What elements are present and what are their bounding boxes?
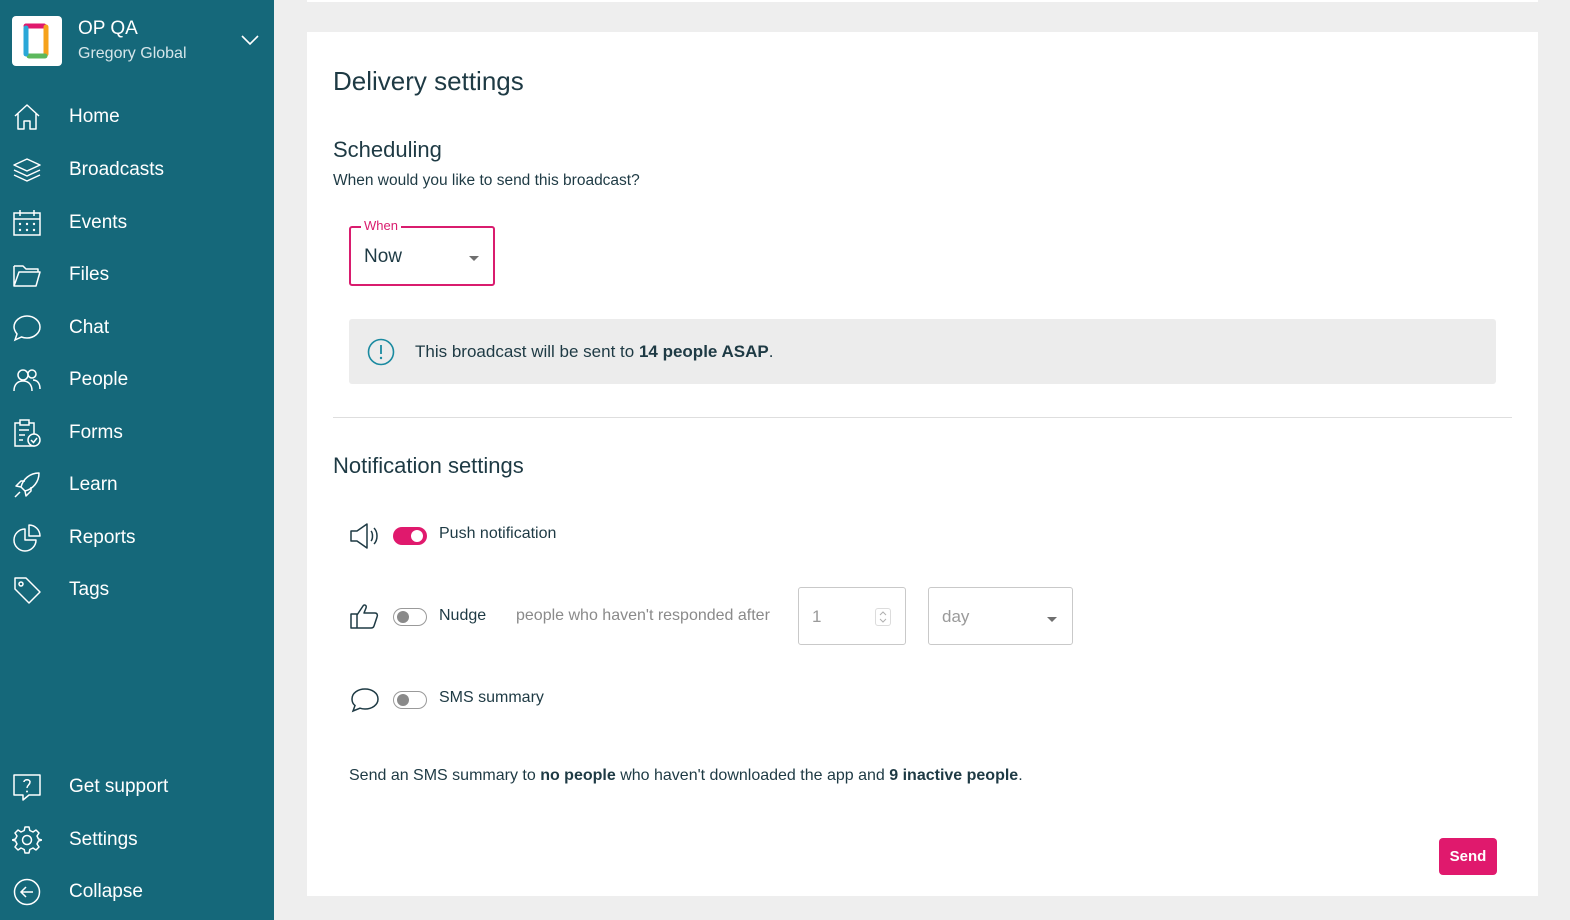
info-icon xyxy=(367,338,395,366)
sms-summary-label: SMS summary xyxy=(439,689,544,706)
sms-summary-note: Send an SMS summary to no people who hav… xyxy=(349,767,1023,784)
gear-icon xyxy=(12,826,42,854)
nudge-toggle[interactable] xyxy=(393,608,427,626)
megaphone-icon xyxy=(350,523,378,549)
help-icon xyxy=(13,774,41,801)
tag-icon xyxy=(14,577,41,604)
sidebar-item-home[interactable]: Home xyxy=(0,95,274,139)
sms-summary-row: SMS summary xyxy=(349,686,649,726)
sidebar: OP QA Gregory Global Home Broadcasts Eve… xyxy=(0,0,274,920)
org-name: OP QA xyxy=(78,18,138,39)
stepper-icon[interactable] xyxy=(875,608,891,626)
nudge-description: people who haven't responded after xyxy=(516,607,770,624)
org-switcher[interactable]: OP QA Gregory Global xyxy=(12,16,262,68)
sidebar-item-get-support[interactable]: Get support xyxy=(0,765,274,809)
thumbs-up-icon xyxy=(350,604,379,629)
home-icon xyxy=(14,104,40,130)
nudge-label: Nudge xyxy=(439,607,487,624)
send-button[interactable]: Send xyxy=(1439,838,1497,875)
folder-icon xyxy=(13,265,41,287)
org-subtitle: Gregory Global xyxy=(78,45,187,62)
sidebar-item-broadcasts[interactable]: Broadcasts xyxy=(0,148,274,192)
when-label: When xyxy=(361,218,401,233)
caret-down-icon xyxy=(1047,617,1057,622)
sidebar-item-events[interactable]: Events xyxy=(0,201,274,245)
caret-down-icon xyxy=(469,256,479,261)
chat-icon xyxy=(13,315,41,342)
sidebar-item-label: Events xyxy=(69,212,128,233)
speech-bubble-icon xyxy=(351,688,379,713)
nudge-amount-value: 1 xyxy=(812,607,822,626)
sidebar-item-forms[interactable]: Forms xyxy=(0,411,274,455)
schedule-info-banner: This broadcast will be sent to 14 people… xyxy=(349,319,1496,384)
pie-chart-icon xyxy=(13,524,41,552)
layers-icon xyxy=(13,158,41,182)
sidebar-item-label: Broadcasts xyxy=(69,159,165,180)
people-icon xyxy=(13,369,41,392)
when-value: Now xyxy=(364,246,403,267)
section-divider xyxy=(333,417,1512,418)
sidebar-item-label: Chat xyxy=(69,317,110,338)
scheduling-description: When would you like to send this broadca… xyxy=(333,172,640,189)
sidebar-item-people[interactable]: People xyxy=(0,358,274,402)
sidebar-item-collapse[interactable]: Collapse xyxy=(0,870,274,914)
sidebar-item-label: Forms xyxy=(69,422,123,443)
sms-summary-toggle[interactable] xyxy=(393,691,427,709)
calendar-icon xyxy=(13,210,41,236)
push-notification-row: Push notification xyxy=(349,522,649,562)
app-logo-icon xyxy=(23,23,49,59)
scheduling-heading: Scheduling xyxy=(333,137,442,162)
sidebar-item-label: Learn xyxy=(69,474,118,495)
nudge-amount-input[interactable]: 1 xyxy=(798,587,906,645)
org-logo xyxy=(12,16,62,66)
sidebar-item-label: Get support xyxy=(69,776,169,797)
sidebar-item-label: Settings xyxy=(69,829,138,850)
sidebar-item-label: Files xyxy=(69,264,110,285)
sidebar-item-reports[interactable]: Reports xyxy=(0,516,274,560)
sidebar-item-label: People xyxy=(69,369,129,390)
page-title: Delivery settings xyxy=(333,66,524,96)
sidebar-item-label: Home xyxy=(69,106,120,127)
clipboard-icon xyxy=(14,419,41,447)
nudge-unit-value: day xyxy=(942,607,970,626)
sidebar-item-label: Tags xyxy=(69,579,110,600)
chevron-down-icon[interactable] xyxy=(240,34,260,46)
push-notification-label: Push notification xyxy=(439,525,557,542)
sidebar-item-tags[interactable]: Tags xyxy=(0,568,274,612)
sidebar-item-label: Reports xyxy=(69,527,136,548)
sidebar-item-chat[interactable]: Chat xyxy=(0,306,274,350)
sidebar-item-learn[interactable]: Learn xyxy=(0,463,274,507)
push-notification-toggle[interactable] xyxy=(393,527,427,545)
sidebar-item-files[interactable]: Files xyxy=(0,253,274,297)
sidebar-item-label: Collapse xyxy=(69,881,143,902)
previous-card-edge xyxy=(307,0,1538,2)
schedule-info-text: This broadcast will be sent to 14 people… xyxy=(415,342,774,361)
sidebar-item-settings[interactable]: Settings xyxy=(0,818,274,862)
nudge-unit-select[interactable]: day xyxy=(928,587,1073,645)
nudge-row: Nudge people who haven't responded after… xyxy=(349,587,1089,647)
rocket-icon xyxy=(14,472,40,498)
delivery-settings-card: Delivery settings Scheduling When would … xyxy=(307,32,1538,896)
when-select[interactable]: When Now xyxy=(349,218,495,286)
arrow-left-circle-icon xyxy=(13,878,41,906)
notification-settings-heading: Notification settings xyxy=(333,453,524,478)
